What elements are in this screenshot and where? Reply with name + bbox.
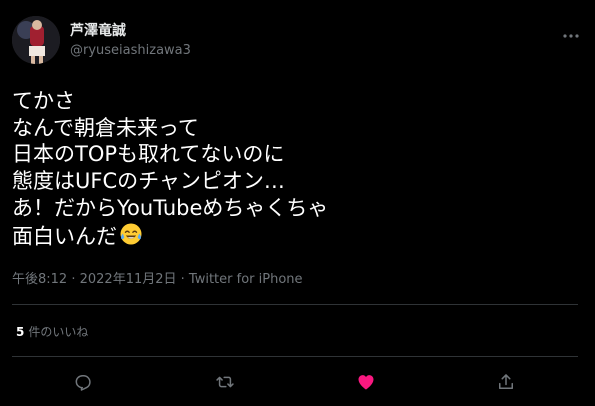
tweet-line: あ！だからYouTubeめちゃくちゃ [12,195,329,220]
tweet-header: 芦澤竜誠 @ryuseiashizawa3 [12,16,583,68]
tweet-line: なんで朝倉未来って [12,115,199,140]
likes-count: 5 [16,325,25,339]
more-options-button[interactable] [559,24,583,48]
share-icon [499,374,513,389]
divider [12,304,578,305]
reply-icon [75,375,91,391]
reply-button[interactable] [67,366,99,398]
tweet-card: 芦澤竜誠 @ryuseiashizawa3 てかさ なんで朝倉未来って 日本のT… [0,0,595,406]
author-info: 芦澤竜誠 @ryuseiashizawa3 [70,22,191,60]
tweet-line: 態度はUFCのチャンピオン… [12,169,285,194]
retweet-button[interactable] [209,366,241,398]
action-bar [0,366,595,398]
more-dots-icon [563,34,579,38]
divider [12,356,578,357]
tweet-line-last: 面白いんだ [12,222,572,253]
tweet-source[interactable]: Twitter for iPhone [189,272,303,287]
tweet-date[interactable]: 2022年11月2日 [80,272,177,287]
share-button[interactable] [490,366,522,398]
tears-of-joy-emoji-icon [119,222,143,253]
meta-separator: · [67,272,80,287]
user-handle[interactable]: @ryuseiashizawa3 [70,42,191,60]
avatar[interactable] [12,16,60,64]
like-button[interactable] [350,366,382,398]
heart-icon [358,375,374,390]
tweet-line: てかさ [12,89,75,113]
tweet-line-text: 面白いんだ [12,223,117,248]
tweet-line: 日本のTOPも取れてないのに [12,142,285,167]
likes-stat[interactable]: 5 件のいいね [16,324,88,340]
avatar-photo [12,16,60,64]
retweet-icon [216,376,234,388]
display-name[interactable]: 芦澤竜誠 [70,22,191,40]
tweet-time[interactable]: 午後8:12 [12,272,67,287]
likes-label: 件のいいね [28,325,89,339]
tweet-text: てかさ なんで朝倉未来って 日本のTOPも取れてないのに 態度はUFCのチャンピ… [12,88,572,252]
meta-separator: · [176,272,189,287]
tweet-meta: 午後8:12 · 2022年11月2日 · Twitter for iPhone [12,271,303,289]
